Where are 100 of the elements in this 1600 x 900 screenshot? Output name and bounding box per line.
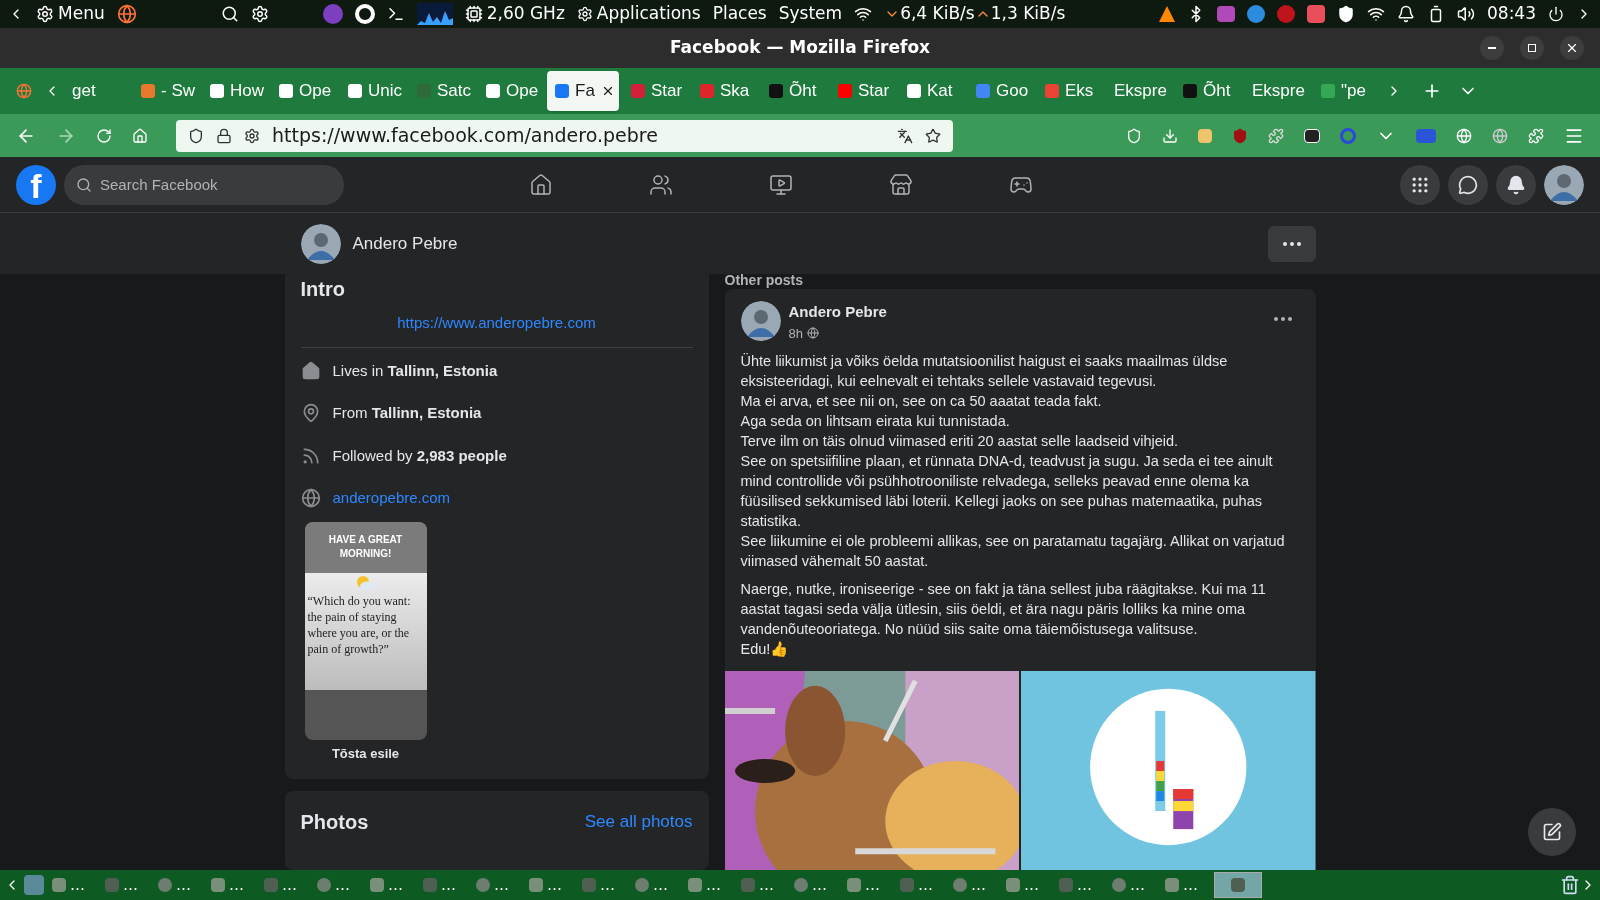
bio-link[interactable]: https://www.anderopebre.com [397, 312, 596, 335]
browser-tab[interactable]: get [64, 71, 129, 111]
browser-tab[interactable]: Õht [761, 71, 826, 111]
browser-tab[interactable]: - Sw [133, 71, 198, 111]
minimize-button[interactable] [1480, 36, 1504, 60]
browser-tab[interactable]: Star [830, 71, 895, 111]
maximize-button[interactable] [1520, 36, 1544, 60]
panel-menu[interactable]: Applications [596, 1, 701, 27]
terminal-icon[interactable] [386, 5, 405, 23]
gears-icon[interactable] [250, 5, 269, 23]
record-icon[interactable] [1277, 5, 1295, 23]
taskbar-item[interactable]: … [154, 872, 207, 898]
taskbar-item[interactable]: … [1161, 872, 1214, 898]
globe-extension-icon[interactable] [1456, 127, 1472, 144]
search-launcher-icon[interactable] [220, 5, 239, 23]
app-launcher-icon[interactable] [322, 4, 343, 24]
taskbar-item[interactable]: … [260, 872, 313, 898]
translate-icon[interactable] [897, 127, 913, 144]
browser-tab[interactable]: Ope [271, 71, 336, 111]
tracking-shield-icon[interactable] [188, 127, 204, 144]
browser-tab[interactable]: Goo [968, 71, 1033, 111]
browser-tab[interactable]: Ekspre [1244, 71, 1309, 111]
browser-tab[interactable]: Ska [692, 71, 757, 111]
permissions-icon[interactable] [244, 127, 260, 144]
taskbar-item[interactable]: … [48, 872, 101, 898]
extensions-icon[interactable] [1528, 127, 1544, 144]
taskbar-item[interactable]: … [1055, 872, 1108, 898]
taskbar-item[interactable] [1214, 872, 1262, 898]
taskbar-item[interactable]: … [366, 872, 419, 898]
compose-icon [1542, 822, 1562, 842]
avatar[interactable] [740, 301, 781, 341]
profile-name[interactable]: Andero Pebre [352, 230, 458, 257]
taskbar-item[interactable]: … [472, 872, 525, 898]
lock-icon[interactable] [216, 127, 232, 144]
post-time[interactable]: 8h [788, 323, 803, 343]
clock[interactable]: 08:43 [1487, 1, 1536, 27]
notifications-icon[interactable] [1397, 5, 1415, 23]
browser-tab[interactable]: Õht [1175, 71, 1240, 111]
browser-tab[interactable]: Unic [340, 71, 405, 111]
bookmark-star-icon[interactable] [925, 127, 941, 144]
taskbar-item[interactable]: … [737, 872, 790, 898]
post-options-icon[interactable] [1273, 317, 1292, 321]
menu-button[interactable]: Menu [58, 1, 105, 27]
panel-menu[interactable]: Places [712, 1, 767, 27]
tray-app-icon[interactable] [1247, 5, 1265, 23]
menu-button[interactable] [1400, 164, 1440, 205]
browser-tab[interactable]: Fa [547, 71, 619, 111]
taskbar-item[interactable]: … [1002, 872, 1055, 898]
see-all-photos-link[interactable]: See all photos [584, 809, 693, 835]
taskbar-item[interactable]: … [578, 872, 631, 898]
tab-title: get [72, 80, 96, 103]
calendar-extension-icon[interactable] [1304, 128, 1320, 143]
panel-menu[interactable]: System [778, 1, 843, 27]
taskbar-item[interactable]: … [790, 872, 843, 898]
browser-tab[interactable]: Kat [899, 71, 964, 111]
trash-icon[interactable] [1560, 875, 1580, 895]
wifi-icon[interactable] [1367, 5, 1385, 23]
taskbar-item[interactable]: … [525, 872, 578, 898]
taskbar-item[interactable]: … [949, 872, 1002, 898]
taskbar-item[interactable]: … [896, 872, 949, 898]
taskbar-item[interactable]: … [1108, 872, 1161, 898]
upload-speed: 1,3 KiB/s [990, 2, 1066, 26]
browser-tab[interactable]: Star [623, 71, 688, 111]
search-field[interactable]: Search Facebook [64, 164, 344, 205]
downloads-icon[interactable] [1162, 127, 1178, 144]
browser-tab[interactable]: How [202, 71, 267, 111]
browser-tab[interactable]: "pe [1313, 71, 1378, 111]
taskbar-item[interactable]: … [419, 872, 472, 898]
reload-icon[interactable] [96, 127, 112, 144]
avatar[interactable] [300, 223, 341, 264]
taskbar-item[interactable]: … [684, 872, 737, 898]
taskbar-item[interactable]: … [843, 872, 896, 898]
taskbar-item[interactable]: … [101, 872, 154, 898]
tab-title: Ekspre [1252, 80, 1305, 103]
audio-app-icon[interactable] [1217, 6, 1235, 22]
browser-tab[interactable]: Ope [478, 71, 543, 111]
shield-icon[interactable] [1337, 5, 1355, 23]
messenger-button[interactable] [1448, 164, 1488, 205]
browser-tab[interactable]: Satc [409, 71, 474, 111]
avatar[interactable] [1544, 164, 1584, 205]
browser-tab[interactable]: Eks [1037, 71, 1102, 111]
compose-button[interactable] [1528, 808, 1576, 856]
volume-icon[interactable] [1457, 5, 1475, 23]
close-button[interactable] [1560, 36, 1584, 60]
featured-story[interactable]: HAVE A GREAT MORNING! “Which do you want: the pain of staying where you are, or the pain of growth?” [304, 521, 427, 740]
home-icon[interactable] [132, 127, 148, 144]
website-link[interactable]: anderopebre.com [332, 487, 451, 510]
post-author[interactable]: Andero Pebre [788, 301, 1266, 324]
taskbar-item[interactable]: … [631, 872, 684, 898]
facebook-logo[interactable]: f [16, 164, 56, 205]
screen-recorder-icon[interactable] [1307, 5, 1325, 23]
notifications-button[interactable] [1496, 164, 1536, 205]
more-button[interactable] [1267, 225, 1316, 262]
taskbar-item[interactable]: … [313, 872, 366, 898]
extension-icon[interactable] [1268, 127, 1284, 144]
taskbar-item[interactable]: … [207, 872, 260, 898]
browser-tab[interactable]: Ekspre [1106, 71, 1171, 111]
power-icon[interactable] [1548, 6, 1564, 22]
messenger-icon [1458, 174, 1478, 195]
address-bar[interactable]: https://www.facebook.com/andero.pebre [176, 119, 953, 152]
